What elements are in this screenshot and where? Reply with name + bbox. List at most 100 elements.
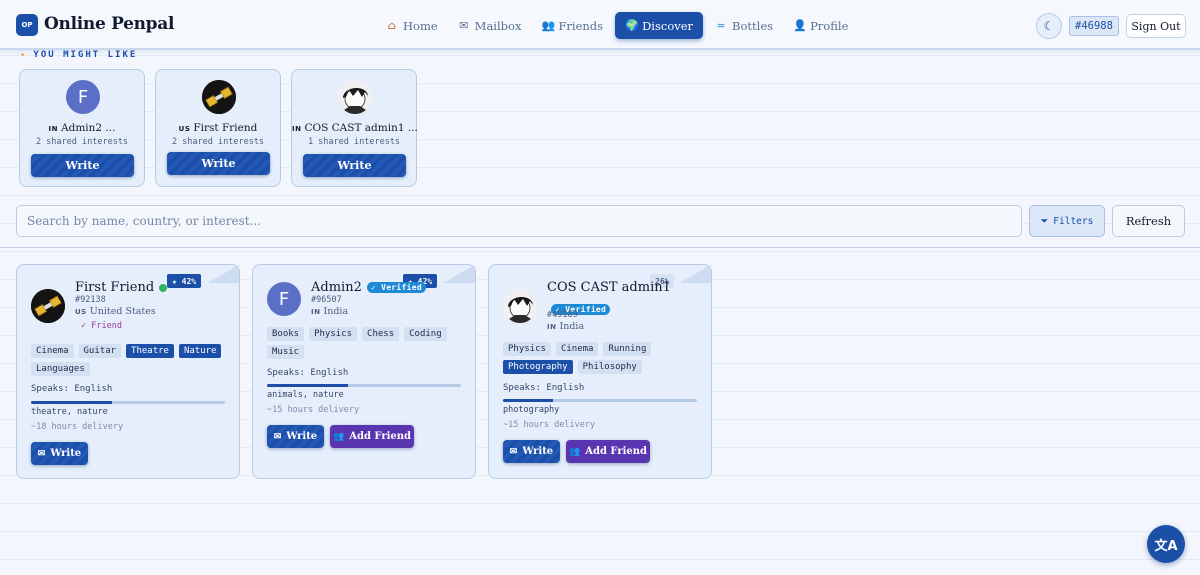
profile-name-text: Admin2 xyxy=(311,280,362,295)
shared-interests: photography xyxy=(503,405,560,415)
mail-icon: ✉ xyxy=(459,19,469,32)
shared-interests: 1 shared interests xyxy=(307,137,401,147)
sign-out-button[interactable]: Sign Out xyxy=(1126,14,1186,38)
search-input[interactable]: Search by name, country, or interest... xyxy=(16,205,1022,237)
interest-tag: Physics xyxy=(503,342,551,356)
home-icon: ⌂ xyxy=(387,19,397,32)
add-friend-label: Add Friend xyxy=(585,446,648,457)
country-code: IN xyxy=(292,125,302,133)
app-logo[interactable]: OP xyxy=(16,14,38,36)
match-bar-fill xyxy=(31,401,113,404)
shared-interests: 2 shared interests xyxy=(35,137,129,147)
add-friend-button[interactable]: 👥 Add Friend xyxy=(330,425,414,448)
match-bar xyxy=(31,401,225,404)
moon-icon: ☾ xyxy=(1043,19,1055,33)
theme-toggle-button[interactable]: ☾ xyxy=(1036,13,1062,39)
mail-icon: ✉ xyxy=(273,431,282,442)
profile-name[interactable]: COS CAST admin1 xyxy=(547,280,671,295)
delivery-estimate: ~18 hours delivery xyxy=(31,422,124,432)
nav-friends-label: Friends xyxy=(558,18,604,33)
profile-country: IN India xyxy=(311,306,348,317)
main-nav: ⌂ Home ✉ Mailbox 👥 Friends 🌍 Discover ≈ … xyxy=(378,12,856,39)
people-icon: 👥 xyxy=(332,431,345,442)
shared-interests: 2 shared interests xyxy=(171,137,265,147)
nav-mailbox[interactable]: ✉ Mailbox xyxy=(450,12,530,39)
profile-name-text: First Friend xyxy=(75,280,155,295)
suggestion-name-text: First Friend xyxy=(193,122,258,134)
country-name: United States xyxy=(89,306,156,317)
mail-icon: ✉ xyxy=(37,448,46,459)
write-button[interactable]: Write xyxy=(167,152,270,175)
delivery-estimate: ~15 hours delivery xyxy=(503,420,596,430)
country-code: IN xyxy=(311,308,321,316)
avatar-letter: F xyxy=(267,282,301,316)
translate-button[interactable]: 文A xyxy=(1147,525,1185,563)
nav-profile[interactable]: 👤 Profile xyxy=(785,12,856,39)
card-corner-fold xyxy=(443,265,475,283)
suggestion-card[interactable]: F IN Admin2 ... 2 shared interests Write xyxy=(19,69,145,187)
profile-country: IN India xyxy=(547,321,584,332)
nav-home[interactable]: ⌂ Home xyxy=(378,12,446,39)
write-label: Write xyxy=(286,431,318,442)
shared-interests: theatre, nature xyxy=(31,407,108,417)
interest-tag: Running xyxy=(603,342,652,356)
write-button[interactable]: Write xyxy=(303,154,406,177)
suggestion-card[interactable]: IN COS CAST admin1 ... 1 shared interests… xyxy=(291,69,418,187)
profile-card: 26% COS CAST admin1 ✓ Verified #49189 IN… xyxy=(488,264,712,479)
nav-bottles[interactable]: ≈ Bottles xyxy=(707,12,781,39)
interest-tag-shared: Nature xyxy=(178,344,222,358)
speaks-languages: Speaks: English xyxy=(503,383,585,393)
mail-icon: ✉ xyxy=(509,446,518,457)
suggestion-name-text: COS CAST admin1 ... xyxy=(304,122,418,134)
write-button[interactable]: ✉ Write xyxy=(31,442,88,465)
country-code: IN xyxy=(48,125,59,133)
card-corner-fold xyxy=(679,265,711,283)
profile-name[interactable]: Admin2 ✓ Verified xyxy=(311,280,427,295)
profile-id: #49189 xyxy=(547,310,578,320)
people-icon: 👥 xyxy=(568,446,581,457)
nav-discover[interactable]: 🌍 Discover xyxy=(615,12,704,39)
logo-mark: OP xyxy=(21,21,33,29)
profile-name[interactable]: First Friend xyxy=(75,280,168,295)
nav-discover-label: Discover xyxy=(642,18,694,33)
filters-button[interactable]: ⏷ Filters xyxy=(1029,205,1105,237)
online-status-dot xyxy=(159,283,168,292)
suggestion-card[interactable]: US First Friend 2 shared interests Write xyxy=(155,69,281,187)
interest-tag: Languages xyxy=(31,362,90,376)
anime-avatar-icon xyxy=(338,80,372,114)
interest-tags: Physics Cinema Running Photography Philo… xyxy=(503,342,701,374)
avatar xyxy=(503,289,537,323)
write-button[interactable]: ✉ Write xyxy=(503,440,560,463)
app-title[interactable]: Online Penpal xyxy=(44,14,174,34)
interest-tag-shared: Theatre xyxy=(126,344,174,358)
profile-id: #92138 xyxy=(75,295,106,305)
add-friend-label: Add Friend xyxy=(349,431,412,442)
translate-icon: 文A xyxy=(1154,538,1178,554)
country-name: India xyxy=(559,321,585,332)
match-bar-fill xyxy=(267,384,349,387)
avatar: F xyxy=(66,80,100,114)
interest-tags: Books Physics Chess Coding Music xyxy=(267,327,465,359)
suggestion-name-text: Admin2 ... xyxy=(61,122,116,134)
nav-mailbox-label: Mailbox xyxy=(474,18,522,33)
suggestion-name: IN COS CAST admin1 ... xyxy=(292,122,418,134)
write-button[interactable]: Write xyxy=(31,154,134,177)
country-name: India xyxy=(323,306,349,317)
avatar xyxy=(338,80,372,114)
verified-badge: ✓ Verified xyxy=(366,282,427,293)
refresh-button[interactable]: Refresh xyxy=(1112,205,1185,237)
nav-friends[interactable]: 👥 Friends xyxy=(533,12,611,39)
add-friend-button[interactable]: 👥 Add Friend xyxy=(566,440,650,463)
match-bar-fill xyxy=(503,399,554,402)
satellite-avatar-icon xyxy=(202,80,236,114)
profile-id: #96507 xyxy=(311,295,342,305)
match-badge: ★ 42% xyxy=(167,274,202,288)
interest-tag: Physics xyxy=(309,327,358,341)
suggestions-title: ✦ YOU MIGHT LIKE xyxy=(20,50,137,60)
write-label: Write xyxy=(50,448,82,459)
avatar xyxy=(202,80,236,114)
write-button[interactable]: ✉ Write xyxy=(267,425,324,448)
interest-tag: Cinema xyxy=(555,342,599,356)
card-corner-fold xyxy=(207,265,239,283)
interest-tag: Philosophy xyxy=(577,360,642,374)
